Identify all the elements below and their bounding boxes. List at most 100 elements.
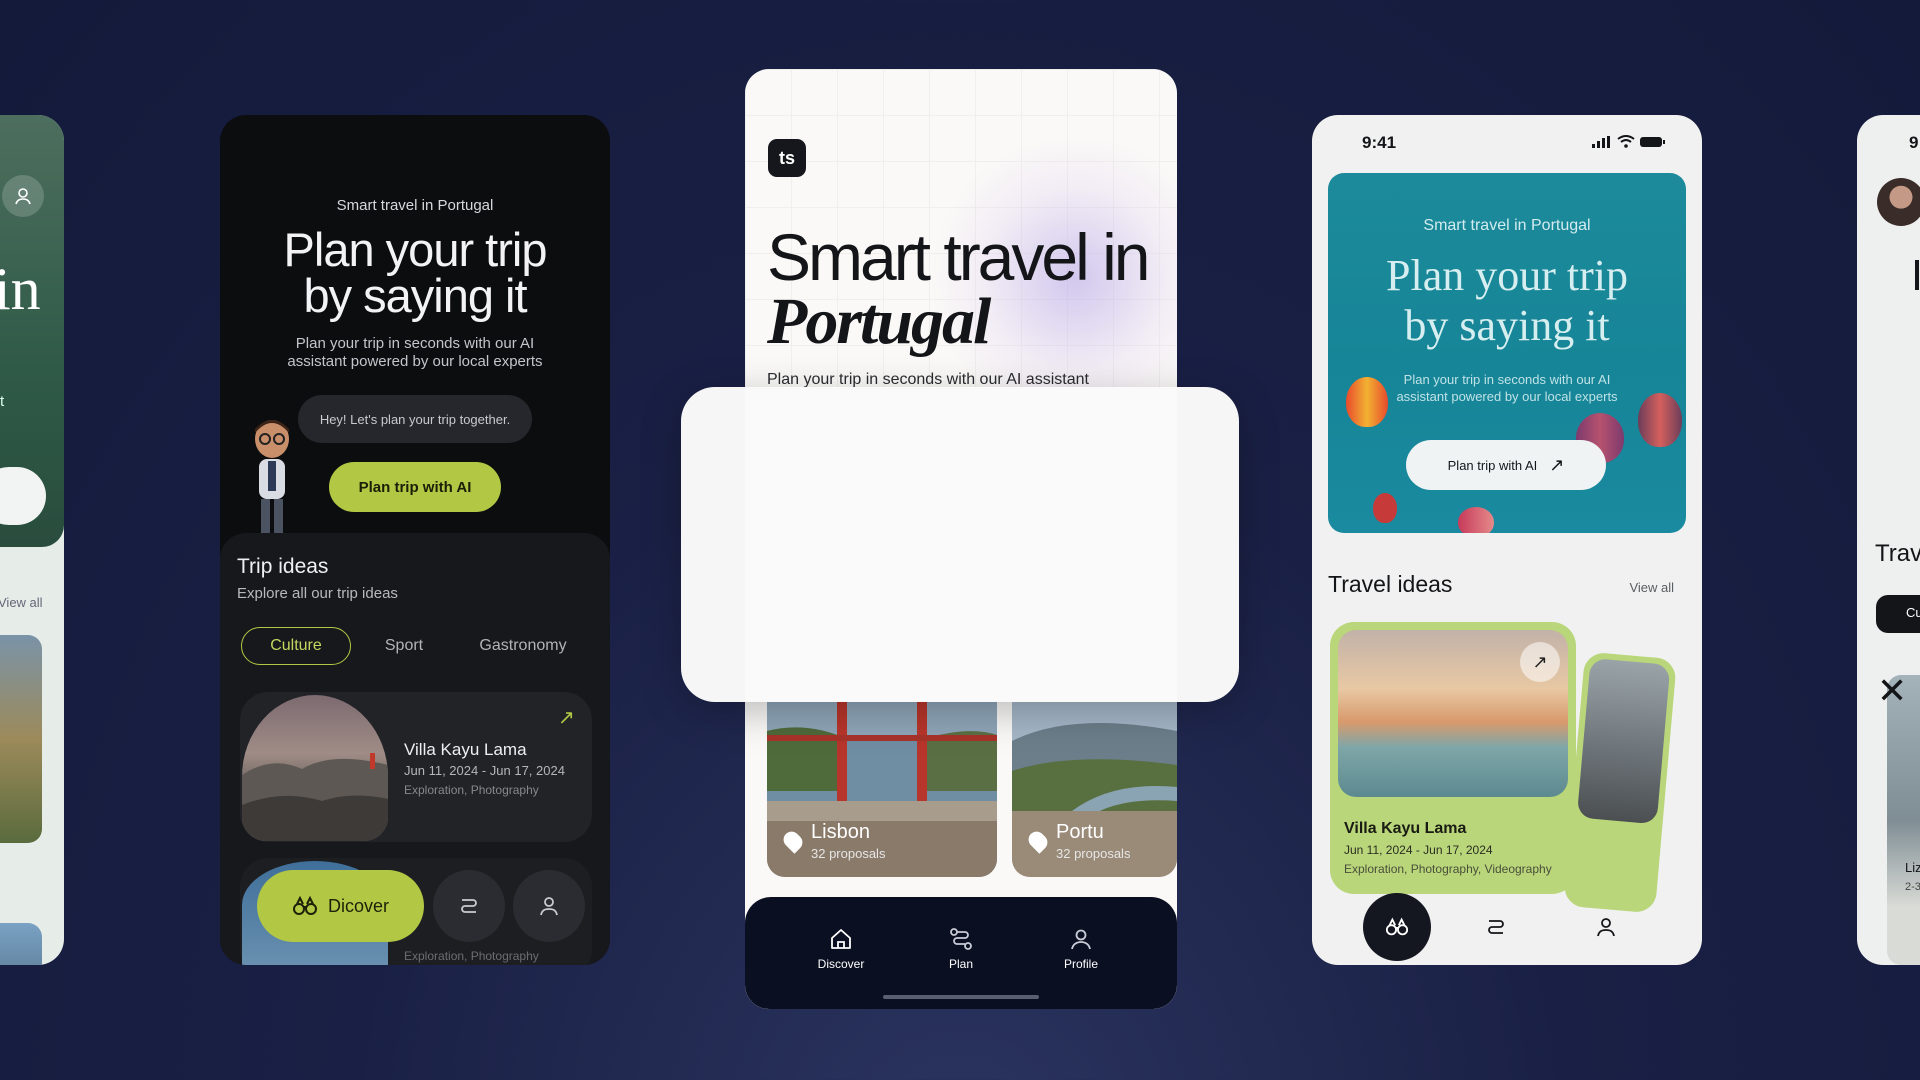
card-title: Liz	[1905, 860, 1920, 875]
dark-phone: Smart travel in Portugal Plan your trip …	[220, 115, 610, 965]
section-title: Travel ideas	[1328, 571, 1453, 597]
section-title: Trav	[1875, 540, 1920, 567]
plan-trip-label: Plan trip with AI	[1447, 457, 1538, 473]
title-line-2: by saying it	[1404, 301, 1610, 350]
route-icon	[461, 899, 477, 913]
arrow-up-right-icon[interactable]: ↗	[1520, 642, 1560, 682]
kicker-text: Smart travel in Portugal	[336, 197, 494, 214]
idea-card-image	[1576, 657, 1671, 825]
status-time: 9	[1909, 133, 1919, 152]
city-name: Portu	[1056, 821, 1104, 843]
city-count: 32 proposals	[1056, 846, 1131, 861]
overlay-card	[681, 387, 1239, 702]
view-all-link[interactable]: View all	[1629, 580, 1674, 595]
chip-culture[interactable]: Culture	[241, 627, 351, 665]
card-title: Villa Kayu Lama	[1344, 820, 1467, 837]
route-icon	[950, 928, 972, 950]
signal-icon	[1592, 135, 1610, 148]
subtitle-line-1: Plan your trip in seconds with our AI	[295, 335, 535, 352]
card-tags: Exploration, Photography	[404, 783, 539, 797]
chip-sport[interactable]: Sport	[359, 627, 449, 665]
close-icon[interactable]: ✕	[1877, 670, 1907, 712]
nav-plan-button[interactable]	[433, 870, 505, 942]
card-dates: Jun 11, 2024 - Jun 17, 2024	[404, 763, 565, 778]
balloon-image	[1458, 507, 1494, 533]
page-title: Plan your trip by saying it	[220, 223, 610, 319]
user-icon	[540, 897, 558, 916]
subtitle-line-2: assistant powered by our local experts	[287, 353, 543, 370]
city-card-porto[interactable]: Portu 32 proposals	[1012, 701, 1177, 877]
title-line-1: Plan your trip	[1386, 251, 1628, 300]
binoculars-icon	[292, 896, 317, 915]
plan-trip-button[interactable]: Plan trip with AI	[329, 462, 501, 512]
home-icon	[831, 929, 851, 949]
nav-discover-button[interactable]	[1363, 893, 1431, 961]
idea-card-image[interactable]	[0, 923, 42, 965]
nav-profile-button[interactable]	[1590, 911, 1622, 943]
city-count: 32 proposals	[811, 846, 886, 861]
card-dates: Jun 11, 2024 - Jun 17, 2024	[1344, 843, 1493, 857]
status-icons	[1592, 135, 1666, 148]
wifi-icon	[1617, 135, 1635, 148]
section-subtitle: Explore all our trip ideas	[237, 585, 398, 602]
title-fragment	[1915, 260, 1919, 290]
page-title: Plan your trip by saying it	[1328, 251, 1686, 351]
idea-card-image[interactable]	[0, 635, 42, 843]
chip-gastronomy[interactable]: Gastronomy	[458, 627, 588, 665]
card-tags: Exploration, Photography, Videography	[1344, 862, 1552, 876]
subtitle: Plan your trip in seconds with our AI as…	[1368, 371, 1646, 405]
location-pin-icon	[1025, 828, 1051, 854]
nav-plan-button[interactable]	[1480, 911, 1512, 943]
profile-button[interactable]	[2, 175, 44, 217]
nav-profile[interactable]: Profile	[1041, 925, 1121, 971]
nav-discover[interactable]: Discover	[801, 925, 881, 971]
route-icon	[1488, 920, 1504, 934]
nav-discover-button[interactable]: Dicover	[257, 870, 424, 942]
status-time: 9:41	[1362, 133, 1397, 152]
title-line-1: Plan your trip	[283, 223, 548, 276]
card-title: Villa Kayu Lama	[404, 740, 527, 759]
idea-card-image[interactable]	[1887, 675, 1920, 965]
nav-plan-label: Plan	[948, 957, 974, 971]
nav-profile-button[interactable]	[513, 870, 585, 942]
left-partial-phone: in t View all	[0, 115, 64, 965]
city-name: Lisbon	[811, 821, 870, 843]
nav-plan[interactable]: Plan	[921, 925, 1001, 971]
city-card-lisbon[interactable]: Lisbon 32 proposals	[767, 701, 997, 877]
chip-button[interactable]: Cu	[1876, 595, 1920, 633]
card-tags: Exploration, Photography	[404, 949, 539, 963]
nav-discover-label: Discover	[817, 957, 865, 971]
user-icon	[15, 188, 31, 205]
city-label: Lisbon 32 proposals	[780, 821, 886, 861]
hero-subtitle-fragment: t	[0, 393, 5, 410]
user-icon	[1071, 929, 1091, 950]
user-icon	[1597, 918, 1615, 937]
view-all-link[interactable]: View all	[0, 595, 43, 610]
card-dates: 2-3	[1905, 881, 1920, 893]
assistant-character	[255, 420, 289, 533]
chat-bubble: Hey! Let's plan your trip together.	[298, 395, 532, 443]
arrow-up-right-icon[interactable]: ↗	[558, 708, 576, 728]
nav-discover-label: Dicover	[327, 895, 389, 916]
battery-icon	[1640, 136, 1665, 147]
balloon-image	[1373, 493, 1397, 523]
idea-card-behind[interactable]	[1563, 651, 1677, 914]
home-indicator[interactable]	[883, 995, 1039, 999]
avatar[interactable]	[1877, 178, 1920, 226]
plan-trip-button[interactable]: Plan trip with AI ↗	[1406, 440, 1606, 490]
binoculars-icon	[1385, 917, 1409, 936]
hero-title-fragment: in	[0, 256, 41, 322]
subtitle-line-2: assistant powered by our local experts	[1396, 389, 1618, 404]
light-phone: 9:41 Smart travel in Portugal Plan your …	[1312, 115, 1702, 965]
subtitle: Plan your trip in seconds with our AI as…	[260, 335, 570, 371]
title-line-2: Portugal	[767, 285, 991, 358]
title-line-1: Smart travel in	[767, 220, 1150, 294]
section-title: Trip ideas	[237, 555, 329, 578]
location-pin-icon	[780, 828, 806, 854]
app-logo: ts	[768, 139, 806, 177]
nav-profile-label: Profile	[1063, 957, 1098, 971]
city-label: Portu 32 proposals	[1025, 821, 1131, 861]
right-partial-phone: 9 Trav Cu ✕ Liz 2-3	[1857, 115, 1920, 965]
kicker-text: Smart travel in Portugal	[1423, 217, 1591, 234]
arrow-up-right-icon: ↗	[1549, 454, 1565, 475]
